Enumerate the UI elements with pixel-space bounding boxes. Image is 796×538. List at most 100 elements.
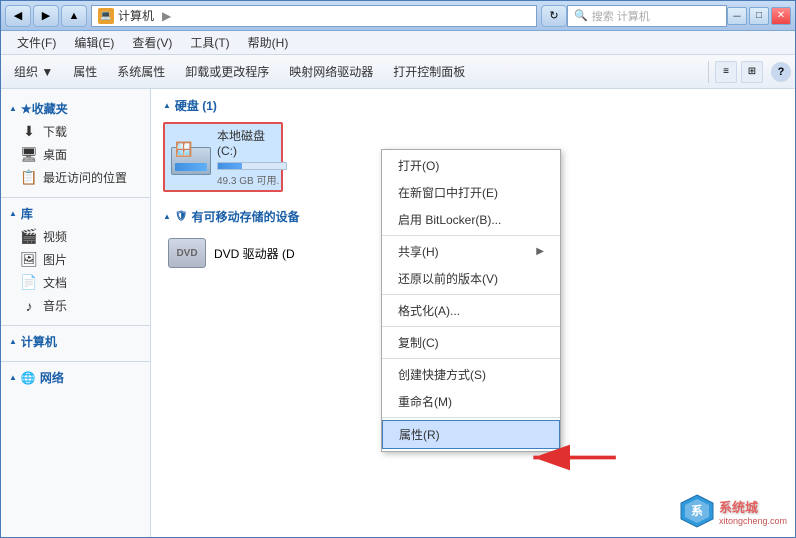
- ctx-share-arrow: ▶: [536, 246, 544, 257]
- ctx-bitlocker[interactable]: 启用 BitLocker(B)...: [382, 206, 560, 233]
- documents-icon: 📄: [21, 275, 37, 291]
- pictures-icon: 🖼: [21, 252, 37, 268]
- library-section: 库 🎬 视频 🖼 图片 📄 文档 ♪ 音乐: [1, 202, 150, 317]
- sidebar-item-music[interactable]: ♪ 音乐: [1, 294, 150, 317]
- organize-button[interactable]: 组织 ▼: [5, 58, 62, 86]
- menu-help[interactable]: 帮助(H): [240, 32, 297, 53]
- back-button[interactable]: ◀: [5, 5, 31, 27]
- view-icons-button[interactable]: ⊞: [741, 61, 763, 83]
- maximize-button[interactable]: □: [749, 7, 769, 25]
- control-panel-button[interactable]: 打开控制面板: [384, 58, 474, 86]
- ctx-format[interactable]: 格式化(A)...: [382, 297, 560, 324]
- shield-icon: 🛡: [175, 211, 188, 222]
- sidebar-item-recent[interactable]: 📋 最近访问的位置: [1, 166, 150, 189]
- sidebar: ★ 收藏夹 ⬇ 下载 🖥 桌面 📋 最近访问的位置: [1, 89, 151, 537]
- menubar: 文件(F) 编辑(E) 查看(V) 工具(T) 帮助(H): [1, 31, 795, 55]
- ctx-rename[interactable]: 重命名(M): [382, 388, 560, 415]
- ctx-sep-1: [382, 235, 560, 236]
- ctx-properties-label: 属性(R): [399, 426, 440, 443]
- downloads-icon: ⬇: [21, 124, 37, 140]
- close-button[interactable]: ✕: [771, 7, 791, 25]
- address-text: 计算机: [118, 7, 154, 24]
- search-icon: 🔍: [574, 9, 588, 22]
- ctx-restore[interactable]: 还原以前的版本(V): [382, 265, 560, 292]
- window-controls: － □ ✕: [727, 7, 791, 25]
- system-properties-button[interactable]: 系统属性: [108, 58, 174, 86]
- desktop-icon: 🖥: [21, 147, 37, 163]
- menu-tools[interactable]: 工具(T): [182, 32, 237, 53]
- map-drive-button[interactable]: 映射网络驱动器: [280, 58, 382, 86]
- content-area: ★ 收藏夹 ⬇ 下载 🖥 桌面 📋 最近访问的位置: [1, 89, 795, 537]
- menu-file[interactable]: 文件(F): [9, 32, 64, 53]
- back-icon: ◀: [14, 9, 22, 22]
- forward-icon: ▶: [42, 9, 50, 22]
- favorites-header[interactable]: ★ 收藏夹: [1, 97, 150, 120]
- forward-button[interactable]: ▶: [33, 5, 59, 27]
- ctx-rename-label: 重命名(M): [398, 393, 452, 410]
- sidebar-divider-3: [1, 361, 150, 362]
- c-drive[interactable]: 🪟 本地磁盘 (C:) 49.3 GB 可用.: [163, 122, 283, 192]
- sidebar-item-desktop[interactable]: 🖥 桌面: [1, 143, 150, 166]
- sidebar-divider-1: [1, 197, 150, 198]
- help-button[interactable]: ?: [771, 62, 791, 82]
- view-toggle-button[interactable]: ≡: [715, 61, 737, 83]
- watermark-text: 系统城: [719, 497, 787, 516]
- watermark: 系 系统城 xitongcheng.com: [679, 493, 787, 529]
- ctx-sep-3: [382, 326, 560, 327]
- sidebar-item-downloads[interactable]: ⬇ 下载: [1, 120, 150, 143]
- context-menu: 打开(O) 在新窗口中打开(E) 启用 BitLocker(B)... 共享(H…: [381, 149, 561, 452]
- sidebar-item-pictures[interactable]: 🖼 图片: [1, 248, 150, 271]
- dvd-label: DVD 驱动器 (D: [214, 245, 295, 262]
- watermark-sub: xitongcheng.com: [719, 516, 787, 526]
- ctx-shortcut-label: 创建快捷方式(S): [398, 366, 486, 383]
- network-icon: 🌐: [21, 371, 36, 385]
- ctx-copy-label: 复制(C): [398, 334, 439, 351]
- ctx-bitlocker-label: 启用 BitLocker(B)...: [398, 211, 501, 228]
- red-arrow: [515, 430, 625, 485]
- toolbar-right: ≡ ⊞ ?: [706, 61, 791, 83]
- ctx-open[interactable]: 打开(O): [382, 152, 560, 179]
- main-window: ◀ ▶ ▲ 💻 计算机 ▶ ↻ 🔍 搜索 计算机 － □ ✕ 文件(: [0, 0, 796, 538]
- c-drive-progress: [217, 162, 287, 170]
- recent-icon: 📋: [21, 170, 37, 186]
- ctx-share[interactable]: 共享(H) ▶: [382, 238, 560, 265]
- c-drive-fill: [218, 163, 242, 169]
- sidebar-divider-2: [1, 325, 150, 326]
- library-header[interactable]: 库: [1, 202, 150, 225]
- menu-view[interactable]: 查看(V): [124, 32, 180, 53]
- star-icon: ★: [21, 102, 32, 116]
- sidebar-item-documents[interactable]: 📄 文档: [1, 271, 150, 294]
- properties-button[interactable]: 属性: [64, 58, 106, 86]
- video-icon: 🎬: [21, 229, 37, 245]
- ctx-open-new-label: 在新窗口中打开(E): [398, 184, 498, 201]
- address-arrow: ▶: [162, 9, 171, 23]
- ctx-sep-5: [382, 417, 560, 418]
- network-header[interactable]: 🌐 网络: [1, 366, 150, 389]
- ctx-copy[interactable]: 复制(C): [382, 329, 560, 356]
- c-drive-text: 本地磁盘 (C:) 49.3 GB 可用.: [217, 127, 287, 187]
- search-bar[interactable]: 🔍 搜索 计算机: [567, 5, 727, 27]
- svg-text:系: 系: [691, 503, 703, 518]
- ctx-restore-label: 还原以前的版本(V): [398, 270, 498, 287]
- hard-drives-header[interactable]: 硬盘 (1): [163, 97, 783, 114]
- computer-icon: 💻: [98, 8, 114, 24]
- uninstall-button[interactable]: 卸载或更改程序: [176, 58, 278, 86]
- computer-header[interactable]: 计算机: [1, 330, 150, 353]
- network-section: 🌐 网络: [1, 366, 150, 389]
- ctx-sep-4: [382, 358, 560, 359]
- ctx-shortcut[interactable]: 创建快捷方式(S): [382, 361, 560, 388]
- up-icon: ▲: [69, 10, 80, 22]
- menu-edit[interactable]: 编辑(E): [66, 32, 122, 53]
- ctx-share-label: 共享(H): [398, 243, 439, 260]
- ctx-open-label: 打开(O): [398, 157, 439, 174]
- ctx-format-label: 格式化(A)...: [398, 302, 460, 319]
- watermark-logo: 系: [679, 493, 715, 529]
- dvd-icon: DVD: [168, 238, 206, 268]
- up-button[interactable]: ▲: [61, 5, 87, 27]
- sidebar-item-video[interactable]: 🎬 视频: [1, 225, 150, 248]
- refresh-button[interactable]: ↻: [541, 5, 567, 27]
- ctx-sep-2: [382, 294, 560, 295]
- ctx-open-new[interactable]: 在新窗口中打开(E): [382, 179, 560, 206]
- address-bar[interactable]: 💻 计算机 ▶: [91, 5, 537, 27]
- minimize-button[interactable]: －: [727, 7, 747, 25]
